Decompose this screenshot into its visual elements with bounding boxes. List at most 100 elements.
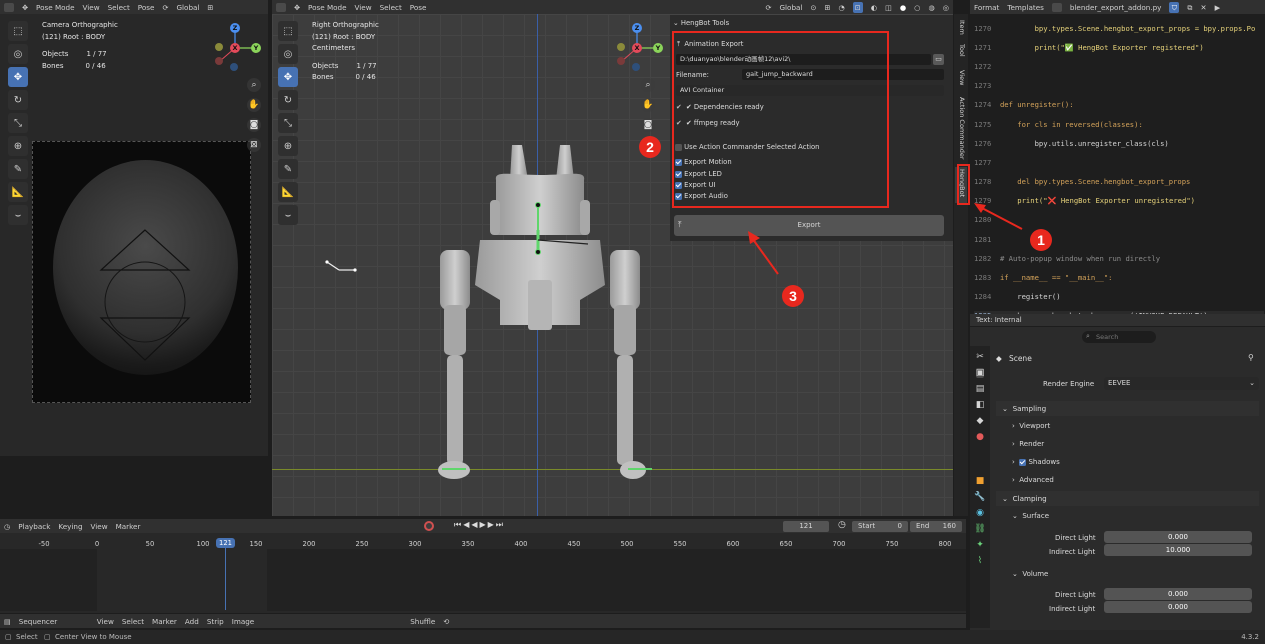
menu-select[interactable]: Select bbox=[108, 3, 130, 12]
proportional-icon[interactable]: ◔ bbox=[838, 2, 844, 13]
frame-end-field[interactable]: End 160 bbox=[910, 521, 962, 532]
mode-select[interactable]: Pose Mode bbox=[308, 3, 347, 12]
shuffle-select[interactable]: Shuffle bbox=[410, 617, 435, 626]
folder-icon[interactable]: ▭ bbox=[933, 54, 944, 65]
render-engine-select[interactable]: EEVEE ⌄ bbox=[1104, 377, 1259, 390]
y-neg-axis-icon[interactable] bbox=[617, 43, 625, 51]
pan-hand-icon[interactable]: ✋ bbox=[247, 98, 261, 112]
clamping-section[interactable]: ⌄ Clamping bbox=[996, 491, 1259, 506]
zoom-icon[interactable]: ⌕ bbox=[641, 78, 655, 92]
lock-icon[interactable]: ⊠ bbox=[247, 138, 261, 152]
timeline-editor-icon[interactable]: ◷ bbox=[4, 521, 10, 532]
orientation-select[interactable]: Global bbox=[176, 3, 199, 12]
shading-render-icon[interactable]: ◎ bbox=[943, 2, 949, 13]
menu-view[interactable]: View bbox=[355, 3, 372, 12]
constraint-tab-icon[interactable]: ⛓ bbox=[974, 524, 985, 534]
sampling-section[interactable]: ⌄ Sampling bbox=[996, 401, 1259, 416]
left-nav-gizmo[interactable]: Z X Y bbox=[208, 20, 268, 71]
snap-icon[interactable]: ⊞ bbox=[207, 2, 213, 13]
tab-tool[interactable]: Tool bbox=[955, 44, 967, 66]
editor-type-icon[interactable] bbox=[4, 2, 14, 12]
menu-marker[interactable]: Marker bbox=[116, 522, 141, 531]
record-icon[interactable] bbox=[424, 521, 434, 531]
menu-view[interactable]: View bbox=[97, 617, 114, 626]
bone-tab-icon[interactable]: ⌇ bbox=[978, 556, 982, 566]
transform-tool-icon[interactable]: ⊕ bbox=[278, 136, 298, 156]
rotate-tool-icon[interactable]: ↻ bbox=[278, 90, 298, 110]
rotate-tool-icon[interactable]: ↻ bbox=[8, 90, 28, 110]
menu-view[interactable]: View bbox=[91, 522, 108, 531]
playback-controls[interactable]: ⏮◀◀▶▶⏭ bbox=[454, 520, 505, 530]
menu-select[interactable]: Select bbox=[122, 617, 144, 626]
pan-hand-icon[interactable]: ✋ bbox=[641, 98, 655, 112]
tab-action-commander[interactable]: Action Commander bbox=[955, 97, 967, 160]
y-axis-icon[interactable]: Y bbox=[653, 43, 663, 53]
menu-view[interactable]: View bbox=[83, 3, 100, 12]
tool-tab-icon[interactable]: ✂ bbox=[976, 352, 984, 362]
menu-pose[interactable]: Pose bbox=[410, 3, 427, 12]
move-tool-icon[interactable]: ✥ bbox=[8, 67, 28, 87]
sequencer-editor-icon[interactable]: ▤ bbox=[4, 616, 11, 627]
snap-icon[interactable]: ⟲ bbox=[443, 616, 449, 627]
data-tab-icon[interactable]: ✦ bbox=[976, 540, 984, 550]
view-layer-tab-icon[interactable]: ◧ bbox=[976, 400, 985, 410]
export-button[interactable]: ⤒ Export bbox=[674, 215, 944, 236]
menu-playback[interactable]: Playback bbox=[18, 522, 50, 531]
menu-image[interactable]: Image bbox=[232, 617, 255, 626]
run-icon[interactable]: ▶ bbox=[1215, 2, 1221, 13]
robot-model[interactable] bbox=[420, 140, 660, 485]
clock-icon[interactable]: ◷ bbox=[838, 520, 846, 530]
pivot-icon[interactable]: ⊙ bbox=[810, 2, 816, 13]
output-tab-icon[interactable]: ▤ bbox=[976, 384, 985, 394]
physics-tab-icon[interactable]: ◉ bbox=[976, 508, 984, 518]
menu-keying[interactable]: Keying bbox=[58, 522, 82, 531]
mode-select[interactable]: Pose Mode bbox=[36, 3, 75, 12]
scale-tool-icon[interactable]: ⤡ bbox=[8, 113, 28, 133]
camera-icon[interactable]: ◙ bbox=[641, 118, 655, 132]
cursor-tool-icon[interactable]: ◎ bbox=[278, 44, 298, 64]
curve-tool-icon[interactable]: ⌣ bbox=[8, 205, 28, 225]
xray-icon[interactable]: ◫ bbox=[885, 2, 892, 13]
sequencer-type-select[interactable]: Sequencer bbox=[19, 617, 89, 626]
menu-strip[interactable]: Strip bbox=[207, 617, 224, 626]
modifier-tab-icon[interactable]: 🔧 bbox=[974, 492, 985, 502]
object-tab-icon[interactable]: ■ bbox=[976, 476, 985, 486]
z-neg-axis-icon[interactable] bbox=[230, 63, 238, 71]
x-neg-axis-icon[interactable] bbox=[215, 57, 223, 65]
menu-pose[interactable]: Pose bbox=[138, 3, 155, 12]
advanced-subsection[interactable]: › Advanced bbox=[1012, 476, 1054, 484]
x-axis-icon[interactable]: X bbox=[230, 43, 240, 53]
scene-tab-icon[interactable]: ◆ bbox=[977, 416, 984, 426]
text-file-name[interactable]: blender_export_addon.py bbox=[1070, 3, 1162, 12]
scale-tool-icon[interactable]: ⤡ bbox=[278, 113, 298, 133]
menu-select[interactable]: Select bbox=[380, 3, 402, 12]
x-axis-icon[interactable]: X bbox=[632, 43, 642, 53]
hengbot-panel-title[interactable]: ⌄ HengBot Tools bbox=[673, 19, 729, 27]
copy-icon[interactable]: ⧉ bbox=[1187, 2, 1192, 13]
annotate-tool-icon[interactable]: ✎ bbox=[8, 159, 28, 179]
tab-item[interactable]: Item bbox=[955, 20, 967, 42]
z-axis-icon[interactable]: Z bbox=[632, 23, 642, 33]
surface-subsection[interactable]: ⌄ Surface bbox=[1012, 512, 1049, 520]
visibility-icon[interactable]: ⊡ bbox=[852, 1, 863, 13]
current-frame-field[interactable]: 121 bbox=[783, 521, 829, 532]
x-neg-axis-icon[interactable] bbox=[617, 57, 625, 65]
menu-templates[interactable]: Templates bbox=[1007, 3, 1044, 12]
orientation-select[interactable]: Global bbox=[779, 3, 802, 12]
menu-format[interactable]: Format bbox=[974, 3, 999, 12]
shield-icon[interactable]: ⛉ bbox=[1169, 1, 1180, 13]
snap-icon[interactable]: ⊞ bbox=[824, 2, 830, 13]
cursor-tool-icon[interactable]: ◎ bbox=[8, 44, 28, 64]
frame-start-field[interactable]: Start 0 bbox=[852, 521, 908, 532]
move-tool-icon[interactable]: ✥ bbox=[278, 67, 298, 87]
zoom-icon[interactable]: ⌕ bbox=[247, 78, 261, 92]
close-icon[interactable]: ✕ bbox=[1201, 2, 1207, 13]
render-subsection[interactable]: › Render bbox=[1012, 440, 1044, 448]
volume-indirect-light-field[interactable]: 0.000 bbox=[1104, 601, 1252, 613]
shadows-subsection[interactable]: › Shadows bbox=[1012, 458, 1060, 466]
measure-tool-icon[interactable]: 📐 bbox=[278, 182, 298, 202]
editor-type-icon[interactable] bbox=[276, 2, 286, 12]
shading-material-icon[interactable]: ◍ bbox=[928, 2, 934, 13]
small-bone[interactable] bbox=[323, 258, 359, 274]
select-tool-icon[interactable]: ⬚ bbox=[8, 21, 28, 41]
